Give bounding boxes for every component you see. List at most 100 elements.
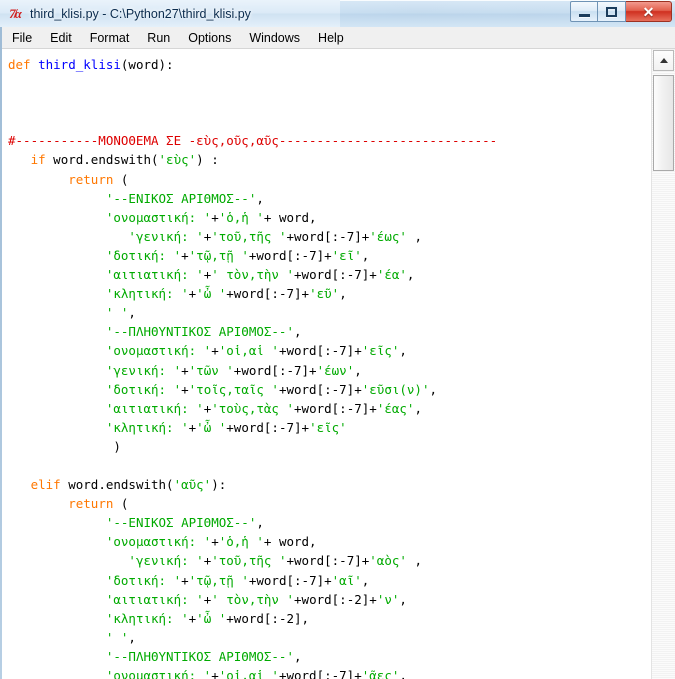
code-token-str: 'εῖς' [309, 419, 347, 435]
code-token-plain: +word[:-2]+ [294, 591, 377, 607]
code-token-str: 'αιτιατική: ' [105, 591, 204, 607]
code-token-comment: #-----------ΜΟΝΟΘΕΜΑ ΣΕ -εὺς,οῦς,αῦς----… [8, 133, 498, 149]
code-token-str: 'κλητική: ' [105, 419, 189, 435]
code-token-str: '--ΕΝΙΚΟΣ ΑΡΙΘΜΟΣ--' [105, 190, 257, 206]
code-token-kw: if [30, 152, 46, 168]
code-token-plain: , [128, 629, 136, 645]
code-token-str: 'δοτική: ' [105, 572, 182, 588]
code-token-str: 'οἱ,αἱ ' [218, 343, 279, 359]
scroll-thumb[interactable] [653, 75, 674, 171]
scroll-up-arrow[interactable] [653, 50, 674, 71]
code-token-str: ' τὸν,τὴν ' [211, 267, 295, 283]
code-token-str: 'έων' [316, 362, 355, 378]
code-token-str: 'ὦ ' [196, 286, 227, 302]
code-token-plain: ( [113, 496, 129, 512]
code-token-plain: +word[:-7]+ [294, 400, 377, 416]
code-token-str: 'αὸς' [369, 553, 407, 569]
code-token-str: 'τῶν ' [188, 362, 234, 378]
code-token-plain: , [339, 286, 347, 302]
code-token-plain: +word[:-7]+ [278, 381, 362, 397]
idle-editor-window: 7̸α third_klisi.py - C:\Python27\third_k… [0, 0, 675, 679]
code-token-kw: return [68, 171, 114, 187]
code-token-str: 'αῖ' [331, 572, 362, 588]
code-token-str: 'ὁ,ἡ ' [218, 534, 264, 550]
maximize-button[interactable] [598, 1, 626, 22]
code-token-plain: +word[:-7]+ [294, 267, 377, 283]
code-token-plain: ): [211, 477, 227, 493]
window-title: third_klisi.py - C:\Python27\third_klisi… [30, 6, 251, 21]
code-token-kw: def [8, 57, 31, 72]
minimize-icon [578, 13, 590, 17]
code-token-plain: +word[:-7]+ [286, 553, 370, 569]
close-button[interactable]: ✕ [626, 1, 672, 22]
code-token-plain: , [294, 324, 302, 340]
menu-item-format[interactable]: Format [81, 29, 139, 47]
code-token-str: 'ονομαστική: ' [105, 668, 212, 679]
code-token-str: 'δοτική: ' [105, 247, 182, 263]
code-token-plain: +word[:-7]+ [278, 343, 362, 359]
code-token-str: 'ονομαστική: ' [105, 534, 212, 550]
code-token-plain: + [211, 668, 219, 679]
code-token-str: 'ὦ ' [196, 419, 227, 435]
vertical-scrollbar[interactable] [651, 49, 675, 679]
menu-item-edit[interactable]: Edit [41, 29, 81, 47]
code-token-plain: word.endswith( [45, 152, 159, 168]
code-token-str: 'εῦσι(ν)' [361, 381, 430, 397]
title-bar[interactable]: 7̸α third_klisi.py - C:\Python27\third_k… [0, 0, 675, 27]
code-token-str: 'γενική: ' [128, 553, 204, 569]
code-token-plain: +word[:-7]+ [248, 572, 332, 588]
code-token-plain: , [256, 515, 264, 531]
code-token-plain: ) : [196, 152, 219, 168]
code-token-plain: , [399, 668, 407, 679]
code-token-plain: , [399, 343, 407, 359]
code-token-str: 'τῷ,τῇ ' [188, 247, 249, 263]
source-code[interactable]: def third_klisi(word): #-----------ΜΟΝΟΘ… [8, 55, 497, 679]
code-token-plain: +word[:-7]+ [226, 419, 310, 435]
code-token-plain: , [414, 400, 422, 416]
maximize-icon [606, 6, 617, 17]
code-editor-area[interactable]: def third_klisi(word): #-----------ΜΟΝΟΘ… [0, 49, 675, 679]
code-token-str: 'αιτιατική: ' [105, 267, 204, 283]
code-token-str: 'έως' [369, 228, 407, 244]
code-token-str: 'ονομαστική: ' [105, 209, 212, 225]
close-icon: ✕ [642, 3, 655, 20]
code-surface[interactable]: def third_klisi(word): #-----------ΜΟΝΟΘ… [2, 49, 653, 679]
code-token-str: '--ΠΛΗΘΥΝΤΙΚΟΣ ΑΡΙΘΜΟΣ--' [105, 648, 294, 664]
code-token-plain: +word[:-7]+ [226, 286, 310, 302]
code-token-plain: + [181, 362, 189, 378]
menu-item-help[interactable]: Help [309, 29, 353, 47]
menu-item-run[interactable]: Run [138, 29, 179, 47]
code-token-plain: , [361, 247, 370, 263]
code-token-def: third_klisi [38, 57, 121, 72]
code-token-str: ' τὸν,τὴν ' [211, 591, 295, 607]
code-token-plain: , [406, 267, 415, 283]
code-token-plain: , [399, 591, 407, 607]
code-token-str: 'εῖς' [361, 343, 400, 359]
code-token-plain: , [354, 362, 362, 378]
code-token-str: 'ὦ ' [196, 610, 227, 626]
minimize-button[interactable] [570, 1, 598, 22]
menu-item-file[interactable]: File [3, 29, 41, 47]
code-token-plain: , [406, 553, 422, 569]
menu-item-windows[interactable]: Windows [240, 29, 309, 47]
menu-item-options[interactable]: Options [179, 29, 240, 47]
code-token-str: 'τοῦ,τῆς ' [211, 553, 287, 569]
code-token-plain: + [181, 572, 189, 588]
code-token-str: ' ' [105, 305, 129, 321]
code-token-plain: + word, [263, 534, 317, 550]
code-token-plain: +word[:-7]+ [233, 362, 317, 378]
